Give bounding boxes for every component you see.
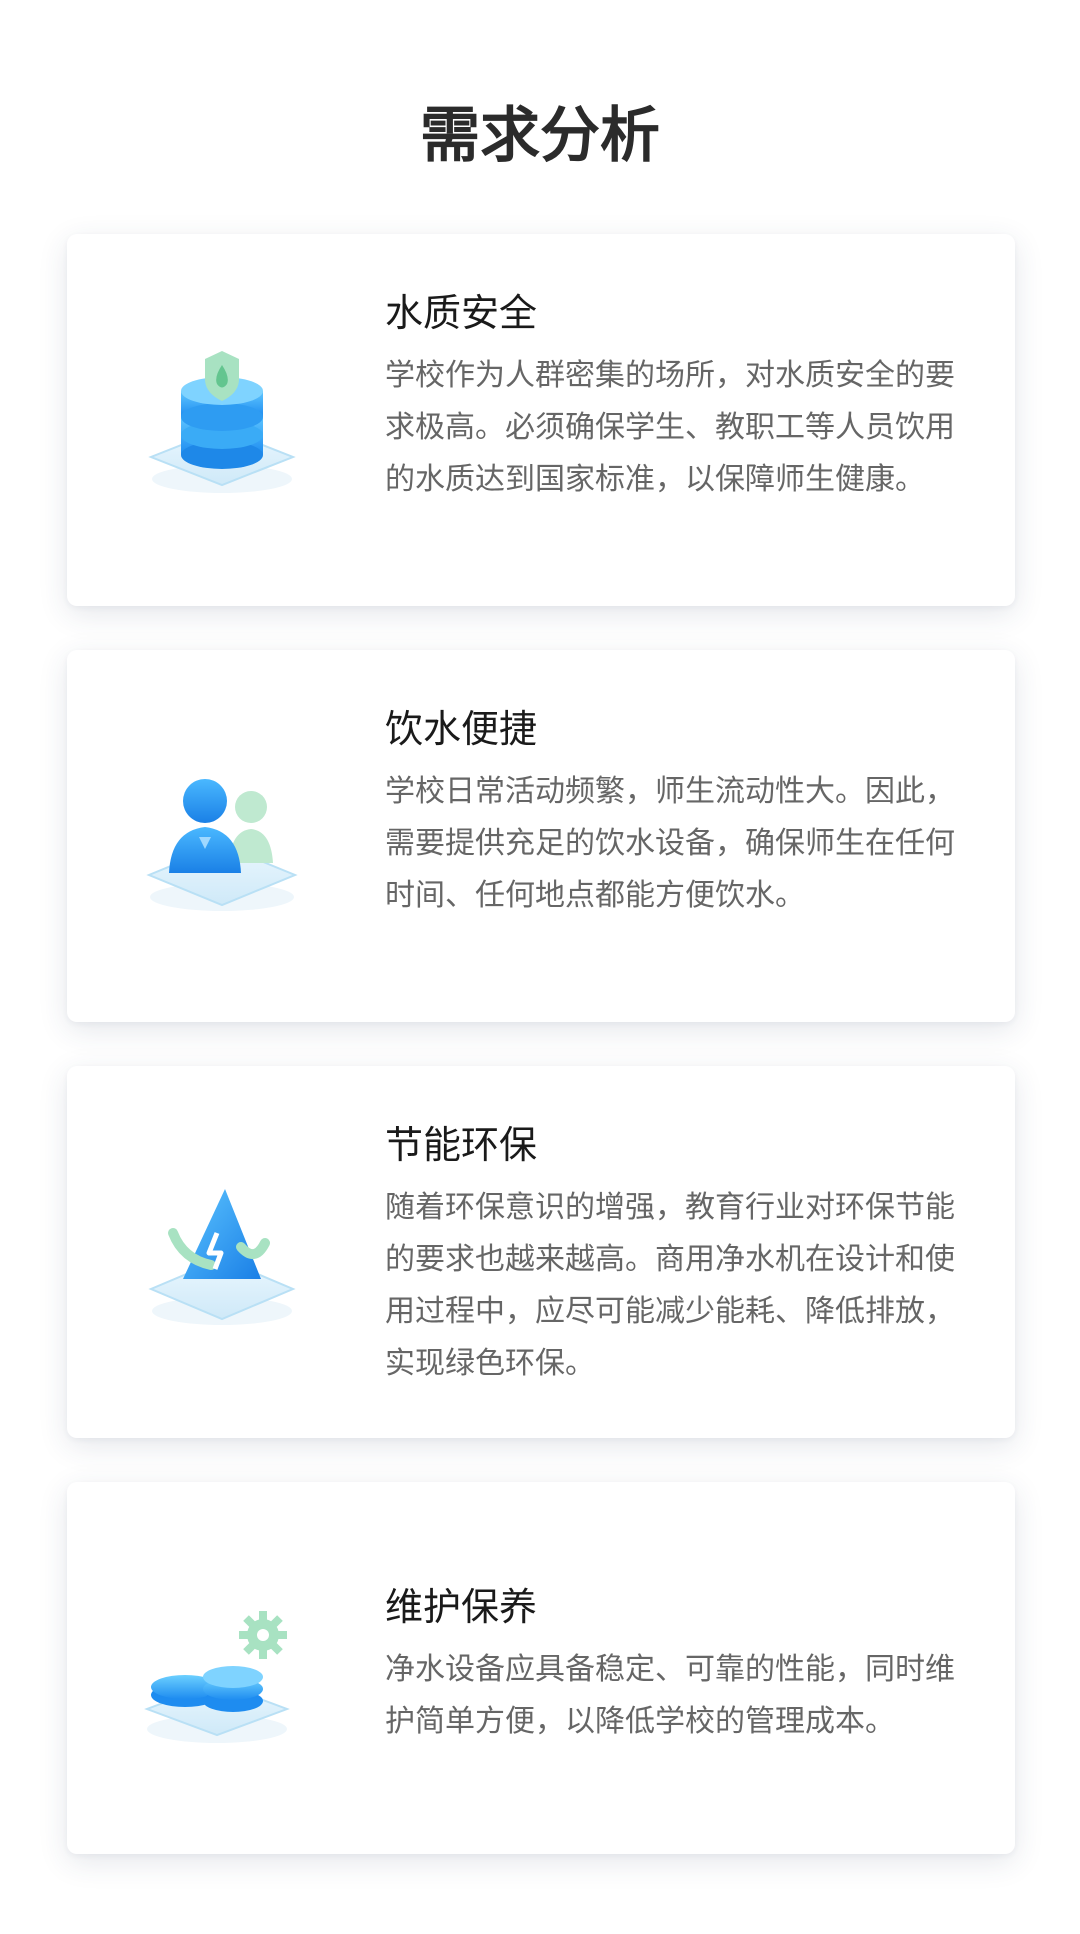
card-title: 维护保养 — [385, 1585, 538, 1629]
card-title: 节能环保 — [385, 1123, 538, 1167]
water-quality-shield-icon — [133, 329, 311, 507]
maintenance-gear-icon — [133, 1577, 311, 1755]
card-description: 学校作为人群密集的场所，对水质安全的要求极高。必须确保学生、教职工等人员饮用的水… — [385, 358, 955, 497]
card-maintenance: 维护保养 净水设备应具备稳定、可靠的性能，同时维护简单方便，以降低学校的管理成本… — [67, 1482, 1015, 1854]
card-title: 饮水便捷 — [385, 707, 538, 751]
card-energy-saving: 节能环保 随着环保意识的增强，教育行业对环保节能的要求也越来越高。商用净水机在设… — [67, 1066, 1015, 1438]
eco-recycle-icon — [133, 1161, 311, 1339]
card-text: 饮水便捷 学校日常活动频繁，师生流动性大。因此，需要提供充足的饮水设备，确保师生… — [385, 702, 979, 922]
card-water-quality: 水质安全 学校作为人群密集的场所，对水质安全的要求极高。必须确保学生、教职工等人… — [67, 234, 1015, 606]
card-text: 维护保养 净水设备应具备稳定、可靠的性能，同时维护简单方便，以降低学校的管理成本… — [385, 1580, 979, 1748]
card-title: 水质安全 — [385, 291, 538, 335]
card-text: 节能环保 随着环保意识的增强，教育行业对环保节能的要求也越来越高。商用净水机在设… — [385, 1118, 979, 1390]
people-24h-icon — [133, 745, 311, 923]
card-text: 水质安全 学校作为人群密集的场所，对水质安全的要求极高。必须确保学生、教职工等人… — [385, 286, 979, 506]
card-description: 随着环保意识的增强，教育行业对环保节能的要求也越来越高。商用净水机在设计和使用过… — [385, 1190, 955, 1381]
card-convenient-drinking: 饮水便捷 学校日常活动频繁，师生流动性大。因此，需要提供充足的饮水设备，确保师生… — [67, 650, 1015, 1022]
page-title: 需求分析 — [420, 101, 660, 171]
card-description: 净水设备应具备稳定、可靠的性能，同时维护简单方便，以降低学校的管理成本。 — [385, 1652, 955, 1739]
card-description: 学校日常活动频繁，师生流动性大。因此，需要提供充足的饮水设备，确保师生在任何时间… — [385, 774, 955, 913]
